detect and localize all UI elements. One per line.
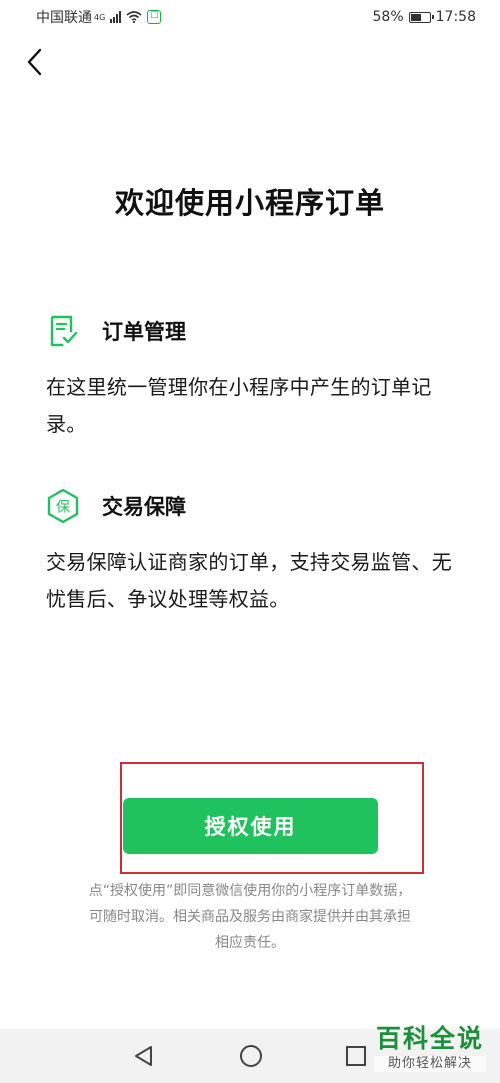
feature-trade-protection: 保 交易保障 交易保障认证商家的订单，支持交易监管、无忧售后、争议处理等权益。 xyxy=(46,488,466,618)
back-button[interactable] xyxy=(18,44,50,80)
clock: 17:58 xyxy=(435,9,476,25)
watermark: 百科全说 助你轻松解决 xyxy=(374,1022,486,1072)
battery-percent: 58% xyxy=(372,9,404,25)
disclaimer-text: 点“授权使用”即同意微信使用你的小程序订单数据， 可随时取消。相关商品及服务由商… xyxy=(60,878,440,956)
disclaimer-line: 点“授权使用”即同意微信使用你的小程序订单数据， xyxy=(88,883,412,899)
nav-recent-button[interactable] xyxy=(343,1043,369,1069)
triangle-back-icon xyxy=(135,1046,152,1066)
chevron-left-icon xyxy=(27,48,42,76)
order-list-icon xyxy=(46,313,80,349)
shield-protect-icon: 保 xyxy=(46,488,80,524)
status-right: 58% 17:58 xyxy=(373,9,476,25)
watermark-main: 百科全说 xyxy=(375,1024,484,1053)
nav-home-button[interactable] xyxy=(238,1043,264,1069)
feature-description: 在这里统一管理你在小程序中产生的订单记录。 xyxy=(46,375,432,436)
shield-icon-text: 保 xyxy=(56,500,70,516)
square-recent-icon xyxy=(346,1046,366,1066)
network-type: 4G xyxy=(94,12,106,22)
feature-title: 交易保障 xyxy=(102,495,186,519)
disclaimer-line: 相应责任。 xyxy=(215,935,285,951)
carrier-label: 中国联通 xyxy=(36,10,92,26)
nav-back-button[interactable] xyxy=(130,1043,156,1069)
disclaimer-line: 可随时取消。相关商品及服务由商家提供并由其承担 xyxy=(89,909,411,925)
signal-icon xyxy=(110,11,122,23)
feature-order-management: 订单管理 在这里统一管理你在小程序中产生的订单记录。 xyxy=(46,313,466,443)
wifi-icon xyxy=(126,11,142,23)
battery-icon xyxy=(408,11,434,23)
status-bar: 中国联通 4G ☐ 58% 17:58 xyxy=(0,0,500,34)
authorize-button[interactable]: 授权使用 xyxy=(123,798,378,854)
feature-description: 交易保障认证商家的订单，支持交易监管、无忧售后、争议处理等权益。 xyxy=(46,550,452,611)
circle-home-icon xyxy=(240,1045,262,1067)
feature-header: 订单管理 xyxy=(46,313,466,349)
feature-title: 订单管理 xyxy=(102,320,186,344)
page-title: 欢迎使用小程序订单 xyxy=(114,186,385,220)
feature-header: 保 交易保障 xyxy=(46,488,466,524)
watermark-sub: 助你轻松解决 xyxy=(374,1056,486,1072)
app-badge-icon: ☐ xyxy=(147,10,162,24)
status-left: 中国联通 4G ☐ xyxy=(36,7,162,27)
